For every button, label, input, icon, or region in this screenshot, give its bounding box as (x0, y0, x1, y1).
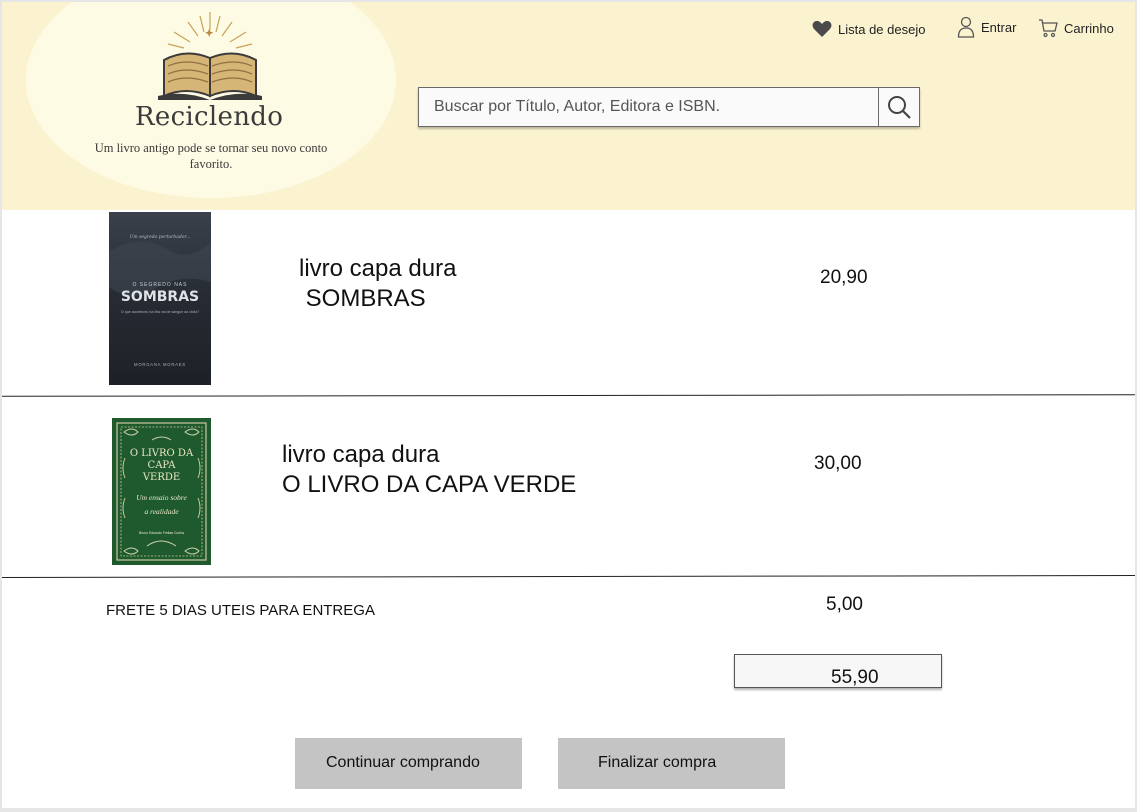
search-input[interactable] (419, 88, 879, 126)
cart-icon (1039, 19, 1058, 38)
total-value: 55,90 (831, 667, 879, 688)
cover-small-title: O SEGREDO NAS (133, 282, 188, 288)
cart-link[interactable]: Carrinho (1038, 18, 1114, 38)
cart-item-name: O LIVRO DA CAPA VERDE (282, 471, 577, 498)
cover-subtitle-line2: a realidade (144, 507, 179, 516)
shipping-label: FRETE 5 DIAS UTEIS PARA ENTREGA (106, 602, 375, 619)
checkout-label: Finalizar compra (598, 754, 717, 771)
wishlist-label: Lista de desejo (838, 21, 926, 37)
cart-item-type: livro capa dura (282, 441, 440, 468)
heart-icon (812, 20, 832, 37)
login-label: Entrar (981, 19, 1017, 35)
continue-shopping-label: Continuar comprando (326, 754, 480, 771)
cover-title-line1: O LIVRO DA (130, 448, 194, 459)
cover-author: MORGANA MORAES (134, 362, 186, 367)
cart-item-title: livro capa dura SOMBRAS (299, 254, 456, 314)
search-button[interactable] (878, 88, 919, 126)
continue-shopping-button[interactable]: Continuar comprando (295, 738, 522, 789)
cart-item-price: 30,00 (814, 453, 862, 474)
book-cover-sombras[interactable]: Um segredo perturbador... O SEGREDO NAS … (109, 212, 211, 385)
user-icon (957, 16, 975, 38)
cover-author: Bruno Eduardo Freitas Cunha (139, 531, 184, 535)
cover-title-line3: VERDE (142, 472, 180, 483)
cart-label: Carrinho (1064, 20, 1114, 36)
search-icon (888, 96, 911, 119)
cover-subtitle: O que aconteceu na ilha vai de sangue ao… (121, 310, 199, 314)
header: Reciclendo Um livro antigo pode se torna… (2, 2, 1135, 210)
cover-title-line2: CAPA (148, 460, 177, 471)
shipping-price: 5,00 (826, 594, 863, 615)
cart-item-price: 20,90 (820, 267, 868, 288)
checkout-button[interactable]: Finalizar compra (558, 738, 785, 789)
brand-tagline: Um livro antigo pode se tornar seu novo … (94, 141, 328, 171)
row-divider (2, 575, 1135, 578)
cover-subtitle-line1: Um ensaio sobre (136, 493, 187, 502)
cover-top-text: Um segredo perturbador... (130, 234, 191, 240)
cart-item-type: livro capa dura (299, 255, 457, 282)
total-box: 55,90 (734, 654, 942, 688)
cart-item-title: livro capa dura O LIVRO DA CAPA VERDE (282, 440, 576, 500)
cart-item-name: SOMBRAS (299, 285, 426, 312)
wishlist-link[interactable]: Lista de desejo (812, 20, 925, 38)
page-frame: Reciclendo Um livro antigo pode se torna… (2, 2, 1135, 808)
book-cover-capa-verde[interactable]: O LIVRO DA CAPA VERDE Um ensaio sobre a … (112, 418, 211, 565)
open-book-logo-icon (158, 12, 262, 100)
brand-name[interactable]: Reciclendo (135, 102, 283, 132)
login-link[interactable]: Entrar (957, 16, 1016, 38)
row-divider (2, 394, 1135, 397)
search-bar (418, 87, 920, 127)
cover-big-title: SOMBRAS (121, 289, 199, 305)
